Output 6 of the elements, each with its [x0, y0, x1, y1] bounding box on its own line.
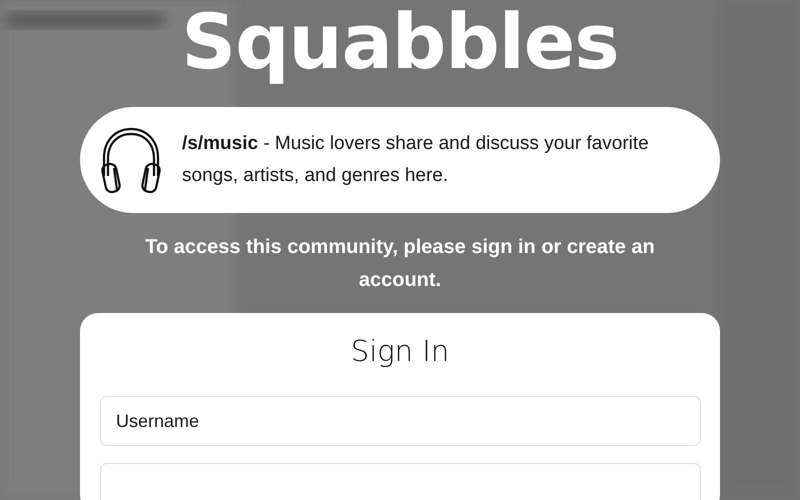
access-notice: To access this community, please sign in or create an account.: [144, 235, 656, 293]
sign-in-heading: Sign In: [350, 333, 450, 370]
username-field[interactable]: Username: [100, 396, 701, 446]
input-field[interactable]: [100, 463, 701, 500]
logo-title: Squabbles: [181, 4, 619, 88]
community-description: /s/music - Music lovers share and discuss your favorite songs, artists, and genres here.: [182, 132, 650, 188]
